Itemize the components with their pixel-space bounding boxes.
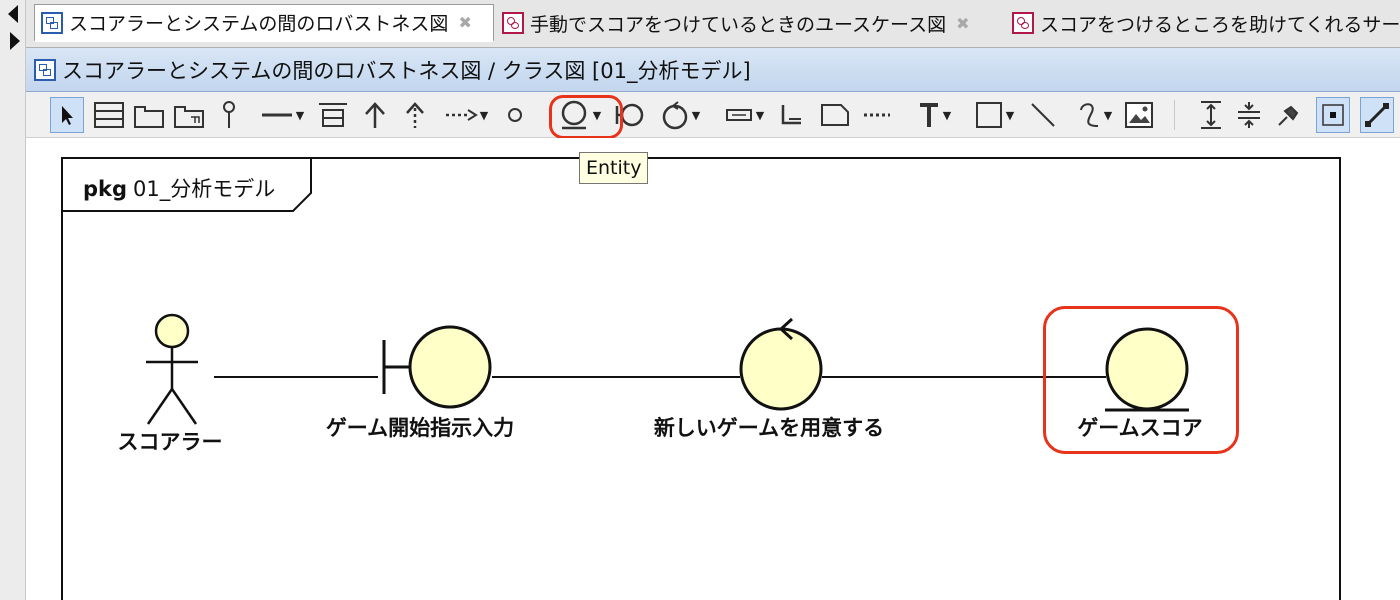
control-icon <box>662 101 688 130</box>
actor-label: スコアラー <box>117 430 223 454</box>
diagram-title: スコアラーとシステムの間のロバストネス図 / クラス図 [01_分析モデル] <box>62 58 751 83</box>
package-icon <box>134 106 164 128</box>
tab-manual-scoring-usecase[interactable]: 手動でスコアをつけているときのユースケース図 ✖ <box>496 4 1006 42</box>
attribute-icon <box>725 109 752 121</box>
subsystem-icon <box>174 106 204 128</box>
attribute-tool-button[interactable]: ▼ <box>716 97 772 133</box>
class-diagram-icon <box>41 11 63 34</box>
rectangle-icon <box>975 102 1002 128</box>
scroll-left-arrow-icon[interactable] <box>8 5 18 23</box>
rectangle-tool-button[interactable]: ▼ <box>966 97 1022 133</box>
boundary-label: ゲーム開始指示入力 <box>325 416 515 440</box>
dependency-tool-button[interactable]: ▼ <box>438 97 494 133</box>
pin-icon <box>1278 105 1299 126</box>
diagram-title-bar: スコアラーとシステムの間のロバストネス図 / クラス図 [01_分析モデル] <box>26 48 1400 92</box>
subsystem-tool-button[interactable] <box>172 97 206 133</box>
distribute-horizontal-button[interactable] <box>1232 97 1266 133</box>
entity-game-score[interactable] <box>1105 327 1189 412</box>
l-shape-icon <box>781 105 801 125</box>
small-circle-icon <box>508 108 522 122</box>
image-icon <box>1125 102 1153 128</box>
tab-title: スコアをつけるところを助けてくれるサービ <box>1040 13 1400 36</box>
scroll-right-arrow-icon[interactable] <box>10 32 20 50</box>
usecase-diagram-icon <box>1012 12 1034 34</box>
usecase-diagram-icon <box>502 12 524 34</box>
dependency-arrow-icon <box>445 109 478 121</box>
freehand-icon <box>1079 103 1098 127</box>
dropdown-arrow-icon[interactable]: ▼ <box>1006 109 1014 122</box>
distribute-vertical-button[interactable] <box>1194 97 1228 133</box>
entity-icon <box>561 100 587 130</box>
snap-to-grid-toggle[interactable] <box>1316 97 1350 133</box>
aggregation-icon <box>319 103 347 127</box>
dropdown-arrow-icon[interactable]: ▼ <box>296 109 304 122</box>
control-tool-button[interactable]: ▼ <box>652 97 708 133</box>
tab-robustness-diagram[interactable]: スコアラーとシステムの間のロバストネス図 ✖ <box>34 4 494 42</box>
freehand-tool-button[interactable]: ▼ <box>1066 97 1122 133</box>
pointer-icon <box>62 106 73 125</box>
realization-arrow-icon <box>406 102 424 128</box>
diagram-toolbar: ▼ ▼ ▼ ▼ ▼ ▼ ▼ ▼ <box>26 92 1400 138</box>
generalization-tool-button[interactable] <box>358 97 392 133</box>
boundary-tool-button[interactable] <box>612 97 646 133</box>
toolbar-separator <box>1174 100 1175 130</box>
class-tool-button[interactable] <box>92 97 126 133</box>
boundary-game-start-input[interactable] <box>382 325 492 409</box>
dropdown-arrow-icon[interactable]: ▼ <box>593 109 601 122</box>
note-icon <box>821 104 849 126</box>
dropdown-arrow-icon[interactable]: ▼ <box>943 109 951 122</box>
tab-title: 手動でスコアをつけているときのユースケース図 <box>530 13 947 36</box>
dotted-line-icon <box>864 113 890 117</box>
class-diagram-icon <box>34 58 56 81</box>
dropdown-arrow-icon[interactable]: ▼ <box>756 109 764 122</box>
interface-icon <box>223 101 235 128</box>
usecase-tool-button[interactable] <box>500 97 530 133</box>
application-window: スコアラーとシステムの間のロバストネス図 ✖ 手動でスコアをつけているときのユー… <box>0 0 1400 600</box>
boundary-icon <box>615 103 644 127</box>
robustness-diagram <box>146 313 1189 425</box>
text-tool-button[interactable]: ▼ <box>908 97 960 133</box>
auto-route-toggle[interactable] <box>1360 97 1394 133</box>
entity-label: ゲームスコア <box>1077 416 1203 440</box>
note-anchor-tool-button[interactable] <box>860 97 894 133</box>
interface-tool-button[interactable] <box>214 97 244 133</box>
image-tool-button[interactable] <box>1122 97 1156 133</box>
tab-title: スコアラーとシステムの間のロバストネス図 <box>69 13 449 35</box>
dropdown-arrow-icon[interactable]: ▼ <box>1104 109 1112 122</box>
class-icon <box>94 102 124 128</box>
text-icon <box>919 103 938 127</box>
left-gutter <box>0 0 26 600</box>
distribute-vertical-icon <box>1201 101 1221 129</box>
editor-tab-bar: スコアラーとシステムの間のロバストネス図 ✖ 手動でスコアをつけているときのユー… <box>26 0 1400 48</box>
actor-scorer[interactable] <box>146 313 198 425</box>
generalization-arrow-icon <box>365 102 385 128</box>
control-prepare-new-game[interactable] <box>739 317 823 411</box>
close-icon[interactable]: ✖ <box>956 14 969 33</box>
close-icon[interactable]: ✖ <box>458 13 471 32</box>
constraint-tool-button[interactable] <box>774 97 808 133</box>
package-tool-button[interactable] <box>132 97 166 133</box>
association-tool-button[interactable]: ▼ <box>254 97 310 133</box>
control-label: 新しいゲームを用意する <box>653 416 885 440</box>
dropdown-arrow-icon[interactable]: ▼ <box>692 109 700 122</box>
entity-tooltip: Entity <box>579 152 649 184</box>
grid-snap-icon <box>1322 104 1344 126</box>
pin-tool-button[interactable] <box>1272 97 1306 133</box>
realization-tool-button[interactable] <box>398 97 432 133</box>
entity-tool-button[interactable]: ▼ <box>548 97 610 133</box>
aggregation-tool-button[interactable] <box>314 97 352 133</box>
association-icon <box>261 113 292 117</box>
line-icon <box>1031 103 1055 127</box>
distribute-horizontal-icon <box>1238 102 1260 128</box>
note-tool-button[interactable] <box>818 97 852 133</box>
select-tool-button[interactable] <box>50 97 84 133</box>
dropdown-arrow-icon[interactable]: ▼ <box>480 109 488 122</box>
line-tool-button[interactable] <box>1026 97 1060 133</box>
tab-scoring-service-usecase[interactable]: スコアをつけるところを助けてくれるサービ <box>1006 4 1400 42</box>
diagram-canvas[interactable]: pkg 01_分析モデル スコアラー ゲーム開始指示入力 新しいゲームを用意する… <box>26 138 1400 600</box>
diagonal-line-icon <box>1365 103 1389 127</box>
